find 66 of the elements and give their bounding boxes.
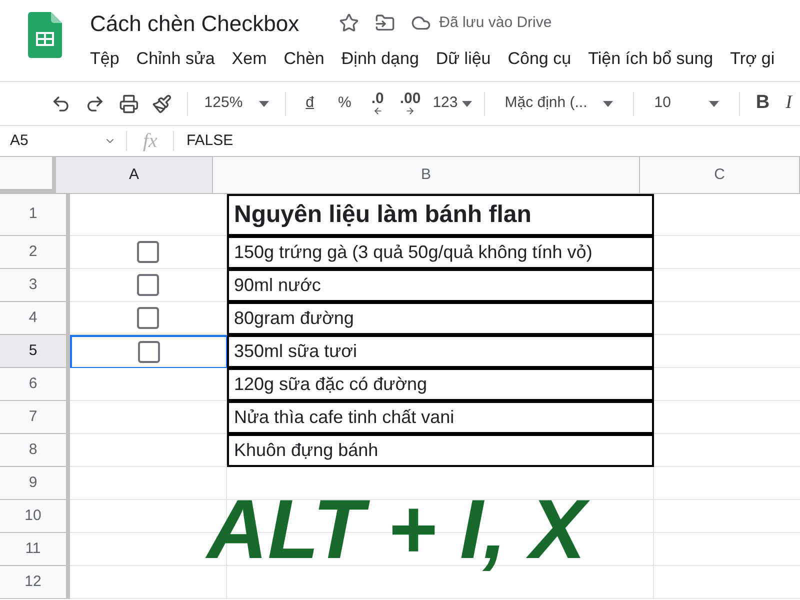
row-header[interactable]: 11 xyxy=(0,533,70,566)
dropdown-caret-icon xyxy=(708,100,719,106)
right-arrow-icon xyxy=(405,106,416,116)
formula-input[interactable]: FALSE xyxy=(186,130,800,152)
table-cell[interactable]: 120g sữa đặc có đường xyxy=(227,368,654,401)
row-header[interactable]: 6 xyxy=(0,368,70,401)
menu-item[interactable]: Chỉnh sửa xyxy=(136,46,215,72)
save-status: Đã lưu vào Drive xyxy=(439,12,552,33)
checkbox[interactable] xyxy=(138,341,160,363)
menu-item[interactable]: Chèn xyxy=(284,46,324,72)
increase-decimal-button[interactable]: .00 xyxy=(400,91,421,106)
row-header[interactable]: 4 xyxy=(0,302,70,335)
font-size-dropdown[interactable]: 10 xyxy=(642,92,731,115)
left-arrow-icon xyxy=(372,106,383,116)
checkbox[interactable] xyxy=(137,241,159,263)
row-header[interactable]: 1 xyxy=(0,194,70,236)
table-cell[interactable]: 90ml nước xyxy=(227,269,654,302)
row-header[interactable]: 8 xyxy=(0,434,70,467)
table-cell[interactable]: Khuôn đựng bánh xyxy=(227,434,654,467)
star-icon[interactable] xyxy=(339,13,360,33)
undo-icon[interactable] xyxy=(51,94,71,114)
menu-item[interactable]: Xem xyxy=(232,46,267,72)
redo-icon[interactable] xyxy=(84,94,105,114)
table-cell[interactable]: 350ml sữa tươi xyxy=(227,335,654,368)
move-folder-icon[interactable] xyxy=(375,13,396,33)
menu-item[interactable]: Tệp xyxy=(90,46,120,72)
table-cell[interactable]: Nguyên liệu làm bánh flan xyxy=(227,194,654,236)
dropdown-caret-icon xyxy=(462,100,472,106)
number-format-dropdown[interactable]: 123 xyxy=(428,92,476,115)
table-cell[interactable] xyxy=(70,335,227,368)
row-header[interactable]: 5 xyxy=(0,335,70,368)
corner-header-cell[interactable] xyxy=(0,157,56,193)
checkbox[interactable] xyxy=(137,307,159,329)
column-header[interactable]: B xyxy=(213,157,640,193)
row-header[interactable]: 2 xyxy=(0,236,70,269)
name-box[interactable]: A5 xyxy=(0,130,126,152)
percent-button[interactable]: % xyxy=(326,92,364,115)
menu-item[interactable]: Định dạng xyxy=(341,46,419,72)
paint-format-icon[interactable] xyxy=(152,94,172,114)
menu-item[interactable]: Trợ gi xyxy=(730,46,775,72)
dropdown-caret-icon xyxy=(258,100,269,106)
document-title[interactable]: Cách chèn Checkbox xyxy=(90,6,300,40)
font-dropdown[interactable]: Mặc định (... xyxy=(492,92,626,115)
menu-item[interactable]: Công cụ xyxy=(508,46,572,72)
italic-button[interactable]: I xyxy=(778,89,800,118)
table-cell[interactable]: 150g trứng gà (3 quả 50g/quả không tính vỏ) xyxy=(227,236,654,269)
menu-item[interactable]: Dữ liệu xyxy=(436,46,491,72)
print-icon[interactable] xyxy=(118,94,138,114)
zoom-dropdown[interactable]: 125% xyxy=(196,92,277,115)
row-header[interactable]: 7 xyxy=(0,401,70,434)
currency-button[interactable]: đ xyxy=(294,92,326,115)
dropdown-caret-icon xyxy=(603,100,614,106)
menu-item[interactable]: Tiện ích bổ sung xyxy=(588,46,714,72)
row-header[interactable]: 3 xyxy=(0,269,70,302)
sheets-logo-icon[interactable] xyxy=(28,12,62,58)
checkbox[interactable] xyxy=(137,274,159,296)
column-header[interactable]: C xyxy=(640,157,800,193)
row-header[interactable]: 9 xyxy=(0,467,70,500)
bold-button[interactable]: B xyxy=(748,89,778,118)
row-header[interactable]: 10 xyxy=(0,500,70,533)
table-cell[interactable]: Nửa thìa cafe tinh chất vani xyxy=(227,401,654,434)
row-header[interactable]: 12 xyxy=(0,566,70,599)
decrease-decimal-button[interactable]: .0 xyxy=(371,91,384,106)
fx-label: fx xyxy=(143,129,158,154)
column-header[interactable]: A xyxy=(56,157,213,193)
table-cell[interactable]: 80gram đường xyxy=(227,302,654,335)
